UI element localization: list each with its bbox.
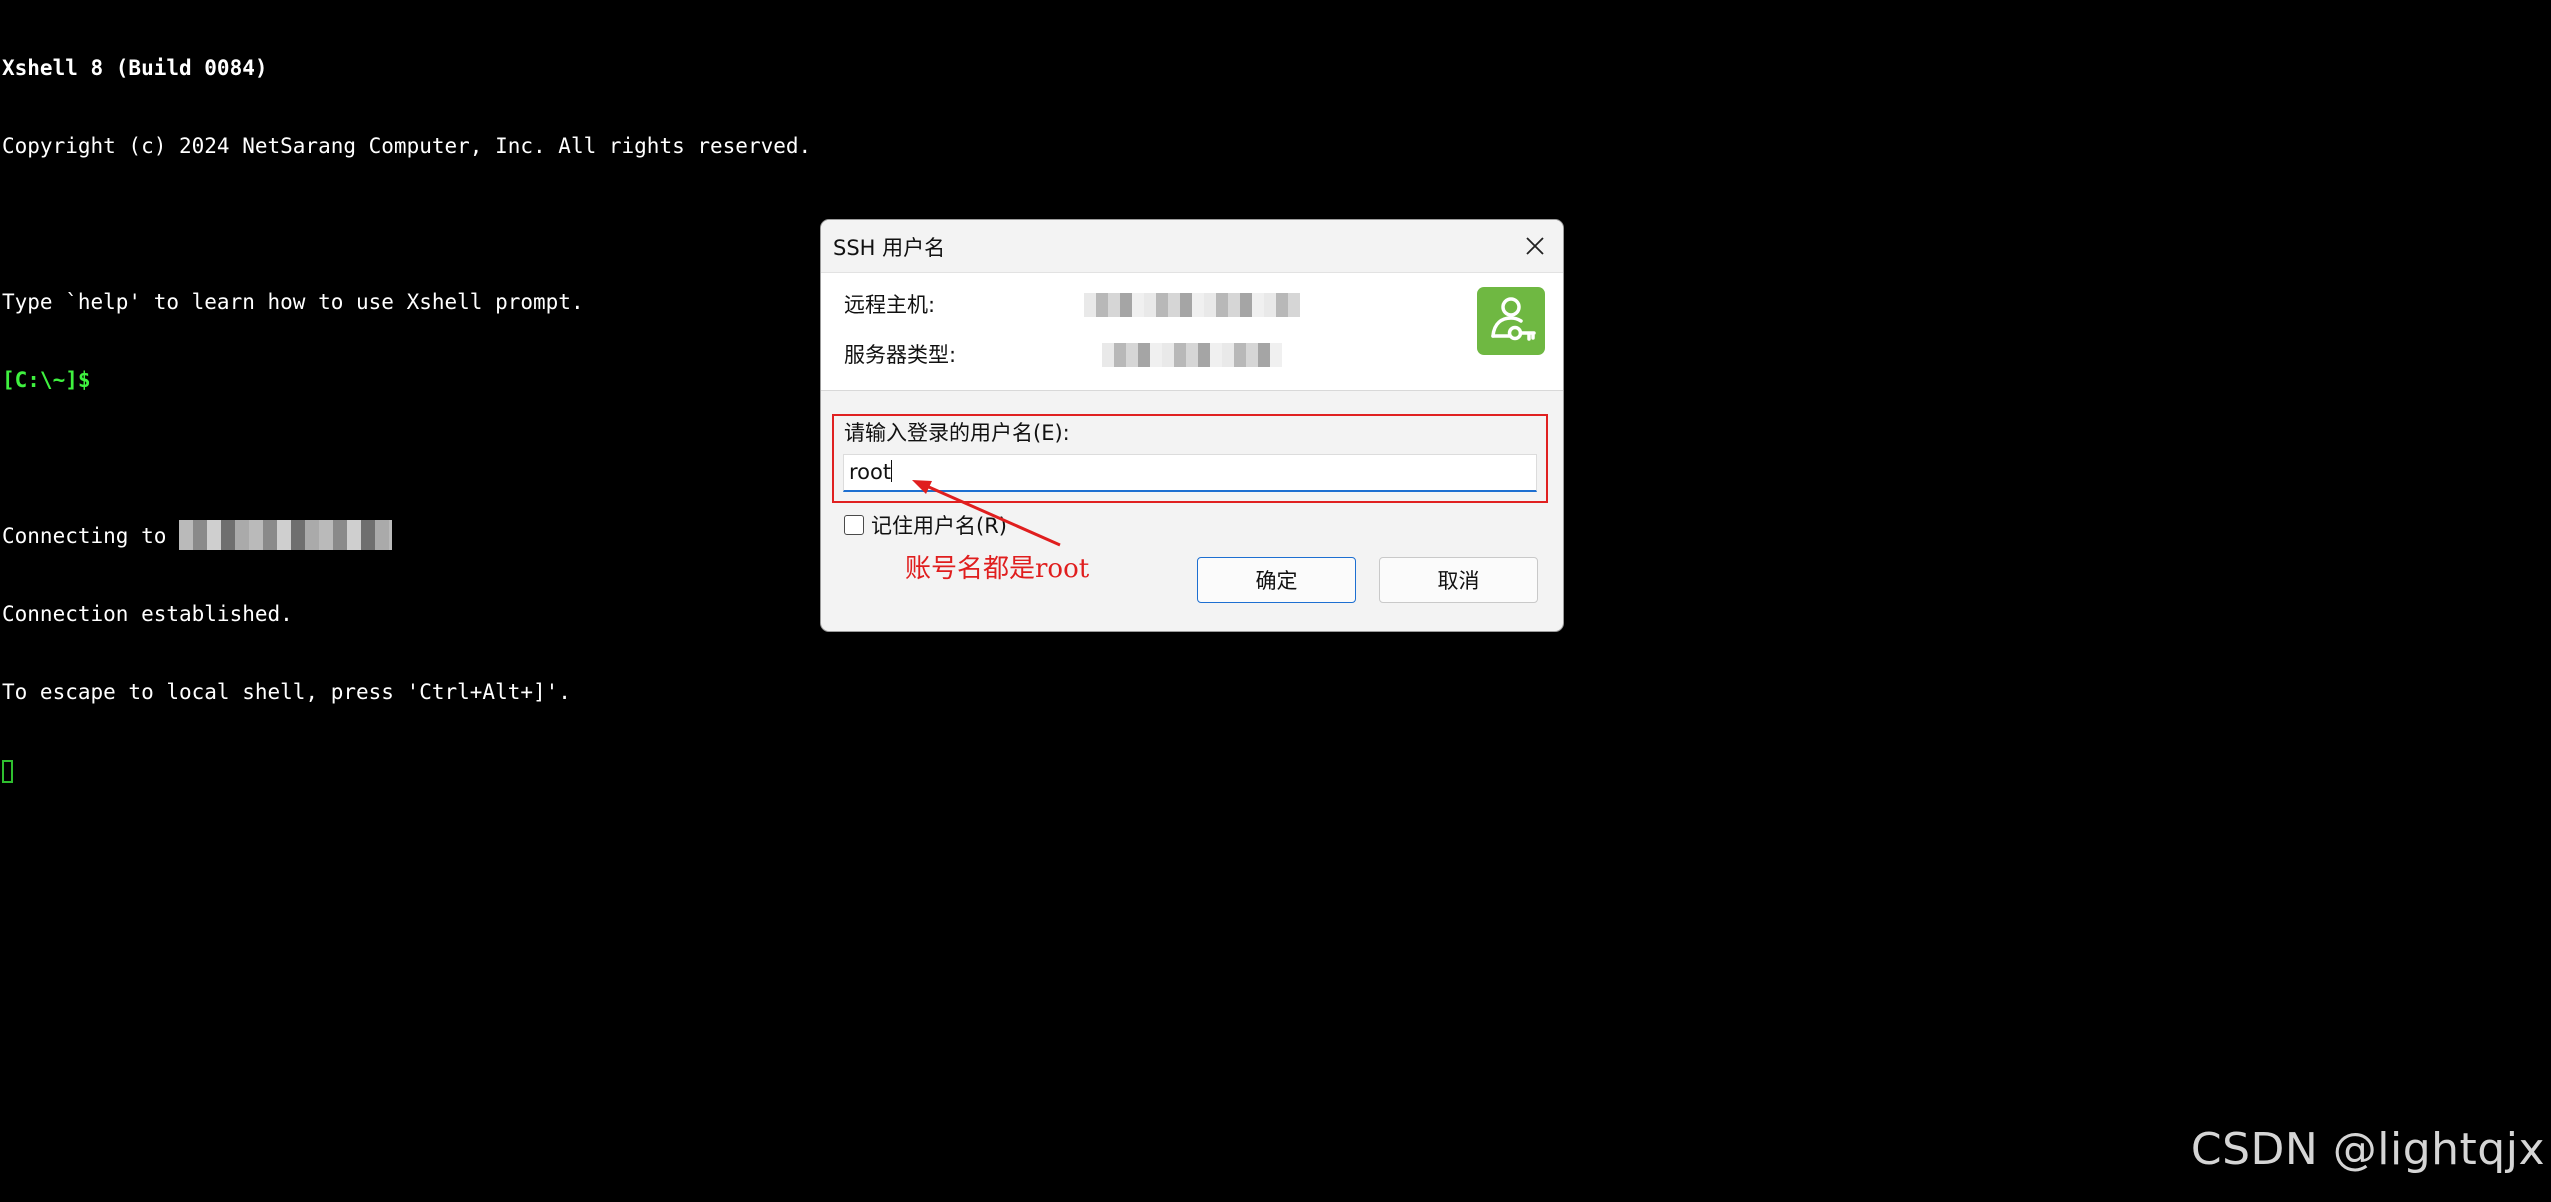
terminal-cursor-line (2, 757, 811, 783)
terminal-prompt: [C:\~]$ (2, 368, 91, 392)
server-type-label: 服务器类型: (844, 343, 957, 367)
terminal-connection-established: Connection established. (2, 602, 293, 626)
user-key-icon-graphic (1491, 297, 1536, 341)
dialog-title: SSH 用户名 (833, 236, 946, 260)
close-icon (1526, 237, 1544, 255)
close-button[interactable] (1517, 228, 1553, 264)
terminal-cursor (2, 759, 13, 783)
cancel-button[interactable]: 取消 (1379, 557, 1538, 603)
user-key-icon (1477, 287, 1545, 355)
terminal-connecting-prefix: Connecting to (2, 524, 180, 548)
terminal-copyright: Copyright (c) 2024 NetSarang Computer, I… (2, 134, 812, 158)
watermark: CSDN @lightqjx (2190, 1124, 2545, 1175)
remote-host-label: 远程主机: (844, 293, 936, 317)
remember-username-option[interactable]: 记住用户名(R) (844, 510, 1007, 540)
ok-button[interactable]: 确定 (1197, 557, 1356, 603)
terminal-output[interactable]: Xshell 8 (Build 0084) Copyright (c) 2024… (2, 3, 811, 809)
connection-info-panel: 远程主机: 服务器类型: (821, 272, 1563, 391)
remember-username-checkbox[interactable] (844, 515, 864, 535)
remote-host-value-redacted (1084, 293, 1300, 317)
server-type-value-redacted (1102, 343, 1282, 367)
text-caret (891, 460, 893, 482)
username-label: 请输入登录的用户名(E): (844, 421, 1070, 445)
username-input[interactable]: root (843, 454, 1537, 492)
username-input-value: root (849, 460, 892, 484)
annotation-text: 账号名都是root (905, 554, 1090, 584)
redacted-host-mask (179, 520, 393, 550)
terminal-connecting-line: Connecting to (2, 520, 811, 550)
dialog-titlebar[interactable]: SSH 用户名 (821, 220, 1563, 272)
terminal-banner-title: Xshell 8 (Build 0084) (2, 56, 268, 80)
remember-username-label: 记住用户名(R) (871, 514, 1007, 538)
terminal-help-hint: Type `help' to learn how to use Xshell p… (2, 290, 584, 314)
terminal-escape-hint: To escape to local shell, press 'Ctrl+Al… (2, 680, 571, 704)
